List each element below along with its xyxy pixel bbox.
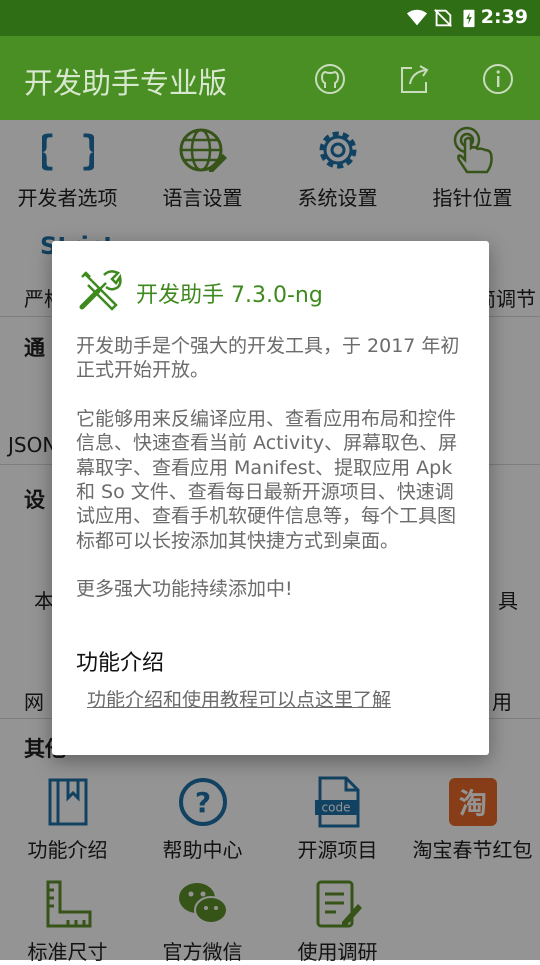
tutorial-link[interactable]: 功能介绍和使用教程可以点这里了解 xyxy=(87,685,391,712)
app-bar: 开发助手专业版 xyxy=(0,36,540,120)
tools-icon xyxy=(79,270,122,311)
status-time: 2:39 xyxy=(480,6,528,28)
dialog-paragraph: 开发助手是个强大的开发工具，于 2017 年初正式开始开放。 xyxy=(76,335,460,382)
no-sim-icon xyxy=(434,9,452,27)
info-icon[interactable] xyxy=(481,62,515,96)
wifi-icon xyxy=(406,9,428,26)
app-title: 开发助手专业版 xyxy=(24,66,228,100)
about-dialog: 开发助手 7.3.0-ng 开发助手是个强大的开发工具，于 2017 年初正式开… xyxy=(52,241,489,755)
dialog-subtitle: 功能介绍 xyxy=(76,651,165,676)
share-icon[interactable] xyxy=(398,62,432,96)
dialog-paragraph: 它能够用来反编译应用、查看应用布局和控件信息、快速查看当前 Activity、屏… xyxy=(76,407,458,552)
dialog-paragraph: 更多强大功能持续添加中! xyxy=(76,578,293,601)
github-icon[interactable] xyxy=(313,62,347,96)
battery-charging-icon xyxy=(463,9,475,28)
status-bar: 2:39 xyxy=(0,0,540,36)
dialog-body: 开发助手是个强大的开发工具，于 2017 年初正式开始开放。 它能够用来反编译应… xyxy=(76,334,466,602)
dialog-title: 开发助手 7.3.0-ng xyxy=(136,283,323,308)
